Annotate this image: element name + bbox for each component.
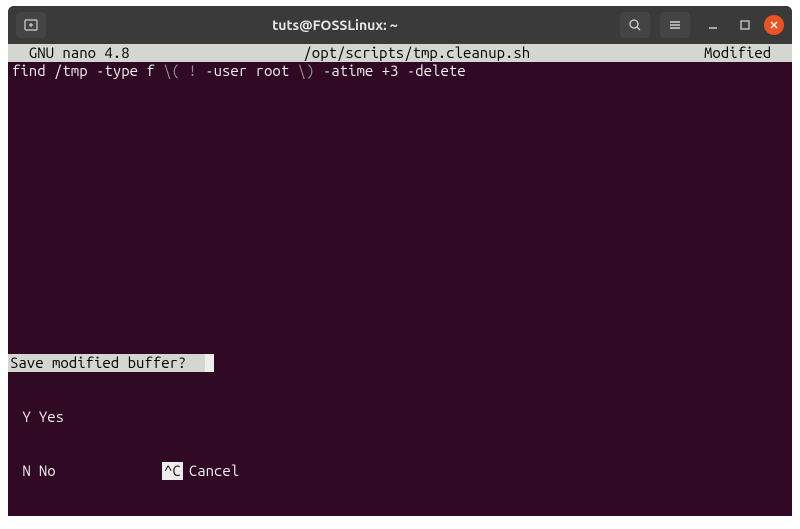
shortcut-cancel-label: Cancel bbox=[183, 462, 239, 480]
shortcut-no-label: No bbox=[33, 462, 56, 480]
search-button[interactable] bbox=[620, 12, 650, 38]
prompt-question: Save modified buffer? bbox=[8, 354, 205, 372]
prompt-input-area[interactable] bbox=[205, 354, 792, 372]
menu-button[interactable] bbox=[660, 12, 690, 38]
text-cursor bbox=[205, 354, 214, 372]
nano-shortcut-bar: Y Yes N No ^C Cancel bbox=[8, 372, 792, 516]
shortcut-cancel[interactable]: ^C Cancel bbox=[162, 462, 239, 480]
nano-header: GNU nano 4.8 /opt/scripts/tmp.cleanup.sh… bbox=[8, 44, 792, 62]
terminal-body: GNU nano 4.8 /opt/scripts/tmp.cleanup.sh… bbox=[8, 44, 792, 516]
nano-status: Modified bbox=[704, 44, 788, 62]
nano-app-name: GNU nano 4.8 bbox=[12, 44, 130, 62]
maximize-icon bbox=[739, 19, 751, 31]
maximize-button[interactable] bbox=[732, 12, 758, 38]
shortcut-yes-key: Y bbox=[12, 408, 33, 426]
minimize-button[interactable] bbox=[700, 12, 726, 38]
code-line: find /tmp -type f \( ! -user root \) -at… bbox=[12, 62, 788, 80]
nano-filename: /opt/scripts/tmp.cleanup.sh bbox=[130, 44, 704, 62]
close-button[interactable] bbox=[764, 15, 784, 35]
window-titlebar: tuts@FOSSLinux: ~ bbox=[8, 6, 792, 44]
shortcut-cancel-key: ^C bbox=[162, 462, 183, 480]
hamburger-icon bbox=[668, 18, 682, 32]
nano-editor-area[interactable]: find /tmp -type f \( ! -user root \) -at… bbox=[8, 62, 792, 354]
shortcut-no[interactable]: N No bbox=[12, 462, 162, 480]
shortcut-no-key: N bbox=[12, 462, 33, 480]
new-tab-button[interactable] bbox=[16, 12, 46, 38]
terminal-window: tuts@FOSSLinux: ~ GNU nano 4.8 /opt/scri… bbox=[8, 6, 792, 516]
nano-prompt: Save modified buffer? bbox=[8, 354, 792, 372]
new-tab-icon bbox=[24, 18, 38, 32]
shortcut-yes-label: Yes bbox=[33, 408, 64, 426]
search-icon bbox=[628, 18, 642, 32]
close-icon bbox=[769, 20, 779, 30]
window-title: tuts@FOSSLinux: ~ bbox=[50, 17, 620, 33]
shortcut-yes[interactable]: Y Yes bbox=[12, 408, 162, 426]
minimize-icon bbox=[707, 19, 719, 31]
